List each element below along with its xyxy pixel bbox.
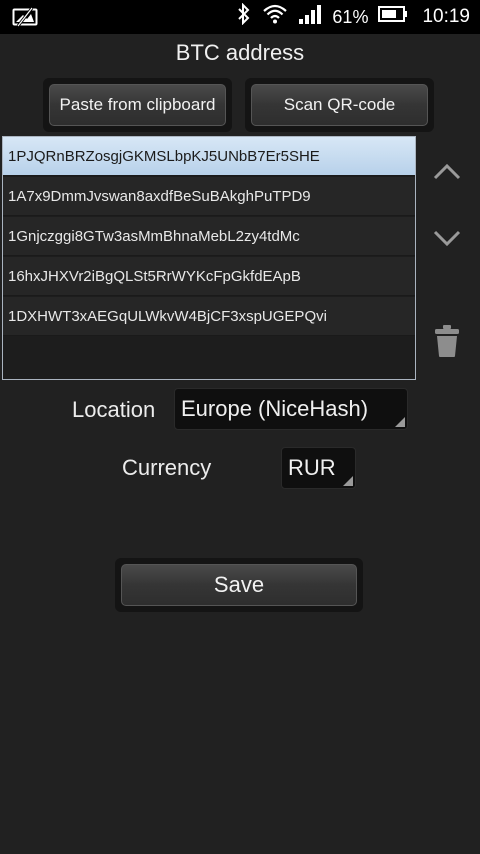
list-item-address-3[interactable]: 1Gnjczggi8GTw3asMmBhnaMebL2zy4tdMc: [3, 217, 415, 256]
list-item-address-5[interactable]: 1DXHWT3xAEGqULWkvW4BjCF3xspUGEPQvi: [3, 297, 415, 336]
list-item-address-4[interactable]: 16hxJHXVr2iBgQLSt5RrWYKcFpGkfdEApB: [3, 257, 415, 296]
currency-value: RUR: [288, 455, 336, 480]
scan-qr-code-button[interactable]: Scan QR-code: [251, 84, 428, 126]
address-list[interactable]: 1PJQRnBRZosgjGKMSLbpKJ5UNbB7Er5SHE 1A7x9…: [2, 136, 416, 380]
clock: 10:19: [422, 6, 470, 27]
move-down-icon[interactable]: [432, 226, 462, 255]
dropdown-indicator-icon: [343, 476, 353, 486]
list-item-address-2[interactable]: 1A7x9DmmJvswan8axdfBeSuBAkghPuTPD9: [3, 177, 415, 216]
location-label: Location: [72, 397, 156, 422]
bluetooth-icon: [236, 2, 252, 31]
save-button[interactable]: Save: [121, 564, 357, 606]
paste-from-clipboard-button[interactable]: Paste from clipboard: [49, 84, 226, 126]
battery-percent: 61%: [332, 6, 369, 27]
move-up-icon[interactable]: [432, 160, 462, 189]
page-title: BTC address: [175, 40, 305, 65]
currency-label: Currency: [122, 455, 212, 480]
status-bar: 61% 10:19: [0, 0, 480, 34]
list-item-address-1[interactable]: 1PJQRnBRZosgjGKMSLbpKJ5UNbB7Er5SHE: [3, 137, 415, 176]
trash-icon[interactable]: [434, 324, 460, 363]
signal-icon: [298, 4, 322, 30]
location-value: Europe (NiceHash): [181, 396, 369, 421]
battery-icon: [378, 5, 408, 29]
currency-dropdown[interactable]: RUR: [281, 447, 356, 489]
wifi-icon: [262, 3, 288, 31]
photo-icon: [12, 7, 38, 32]
location-dropdown[interactable]: Europe (NiceHash): [174, 388, 408, 430]
dropdown-indicator-icon: [395, 417, 405, 427]
